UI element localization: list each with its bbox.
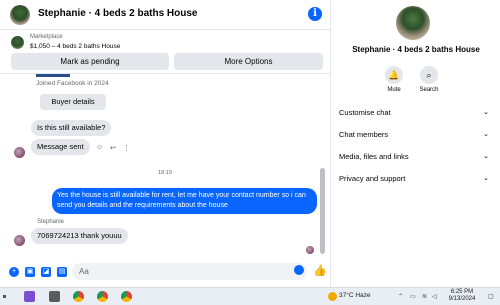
pen-app-icon[interactable] xyxy=(24,291,35,302)
react-icon[interactable]: ☺ xyxy=(96,144,103,151)
info-icon[interactable]: i xyxy=(308,7,322,21)
notification-icon[interactable]: ▢ xyxy=(488,293,494,300)
search-icon: ⌕ xyxy=(420,66,438,84)
privacy-support-row[interactable]: Privacy and support ⌄ xyxy=(339,171,489,187)
row-label: Privacy and support xyxy=(339,174,406,183)
battery-icon[interactable]: ▭ xyxy=(410,293,416,300)
message-bubble[interactable]: 7069724213 thank youuu xyxy=(31,228,128,244)
mute-button[interactable]: 🔔 Mute xyxy=(374,66,414,93)
listing-title[interactable]: $1,050 – 4 beds 2 baths House xyxy=(30,43,120,50)
mute-label: Mute xyxy=(387,87,401,93)
taskbar: 37°C Haze ⌃ ▭ ≋ ◁ 6:25 PM 9/13/2024 ▢ xyxy=(0,287,500,305)
chat-info-sidebar: Stephanie · 4 beds 2 baths House 🔔 Mute … xyxy=(330,0,500,287)
bell-icon: 🔔 xyxy=(385,66,403,84)
marketplace-label: Marketplace xyxy=(30,34,63,40)
customise-chat-row[interactable]: Customise chat ⌄ xyxy=(339,105,489,121)
message-input[interactable]: Aa xyxy=(72,263,307,280)
clock[interactable]: 6:25 PM 9/13/2024 xyxy=(442,289,482,303)
chat-title[interactable]: Stephanie · 4 beds 2 baths House xyxy=(38,8,197,19)
avatar[interactable] xyxy=(10,5,30,25)
folder-app-icon[interactable] xyxy=(49,291,60,302)
profile-name[interactable]: Stephanie · 4 beds 2 baths House xyxy=(331,45,500,54)
row-label: Customise chat xyxy=(339,108,391,117)
chrome-icon[interactable] xyxy=(73,291,84,302)
marketplace-banner: Marketplace $1,050 – 4 beds 2 baths Hous… xyxy=(0,30,330,74)
joined-text: Joined Facebook in 2024 xyxy=(36,80,109,87)
profile-avatar[interactable] xyxy=(396,6,430,40)
listing-thumbnail[interactable] xyxy=(11,36,24,49)
sender-avatar[interactable] xyxy=(14,235,25,246)
search-button[interactable]: ⌕ Search xyxy=(409,66,449,93)
start-menu-icon[interactable] xyxy=(3,295,6,298)
outgoing-message-bubble[interactable]: Yes the house is still available for ren… xyxy=(52,188,317,214)
buyer-details-button[interactable]: Buyer details xyxy=(40,94,106,110)
media-files-links-row[interactable]: Media, files and links ⌄ xyxy=(339,149,489,165)
chat-panel: Stephanie · 4 beds 2 baths House i Marke… xyxy=(0,0,330,287)
timestamp: 18:19 xyxy=(158,170,172,176)
seen-avatar xyxy=(306,246,314,254)
search-label: Search xyxy=(419,87,439,93)
sender-name: Stephanie xyxy=(37,219,65,225)
chrome-icon[interactable] xyxy=(97,291,108,302)
chevron-down-icon: ⌄ xyxy=(483,175,489,182)
row-label: Chat members xyxy=(339,130,389,139)
like-icon[interactable]: 👍 xyxy=(313,264,327,277)
row-label: Media, files and links xyxy=(339,152,409,161)
message-bubble[interactable]: Is this still available? xyxy=(31,120,112,136)
weather-text[interactable]: 37°C Haze xyxy=(339,292,371,299)
chevron-down-icon: ⌄ xyxy=(483,109,489,116)
scrollbar[interactable] xyxy=(320,168,325,254)
profile-link-strip xyxy=(36,74,70,77)
mark-as-pending-button[interactable]: Mark as pending xyxy=(11,53,169,70)
chevron-down-icon: ⌄ xyxy=(483,153,489,160)
message-list: Joined Facebook in 2024 Buyer details Is… xyxy=(0,74,330,259)
clock-time: 6:25 PM xyxy=(450,289,474,295)
weather-icon[interactable] xyxy=(328,292,337,301)
sticker-icon[interactable]: ◪ xyxy=(41,267,51,277)
gif-icon[interactable]: ▤ xyxy=(57,267,67,277)
wifi-icon[interactable]: ≋ xyxy=(422,293,427,300)
chat-header: Stephanie · 4 beds 2 baths House i xyxy=(0,0,330,30)
chevron-down-icon: ⌄ xyxy=(483,131,489,138)
emoji-icon[interactable] xyxy=(294,265,304,275)
reply-icon[interactable]: ↩ xyxy=(110,144,116,152)
clock-date: 9/13/2024 xyxy=(448,296,476,302)
message-bubble[interactable]: Message sent xyxy=(31,139,90,155)
more-icon[interactable]: ⋮ xyxy=(123,144,130,152)
chrome-icon[interactable] xyxy=(121,291,132,302)
chat-members-row[interactable]: Chat members ⌄ xyxy=(339,127,489,143)
composer: + ▣ ◪ ▤ Aa 👍 xyxy=(0,259,330,287)
volume-icon[interactable]: ◁ xyxy=(432,293,437,300)
sender-avatar[interactable] xyxy=(14,147,25,158)
plus-icon[interactable]: + xyxy=(9,267,19,277)
more-options-button[interactable]: More Options xyxy=(174,53,323,70)
photo-icon[interactable]: ▣ xyxy=(25,267,35,277)
chevron-up-icon[interactable]: ⌃ xyxy=(398,293,403,300)
message-input-placeholder: Aa xyxy=(79,267,89,276)
